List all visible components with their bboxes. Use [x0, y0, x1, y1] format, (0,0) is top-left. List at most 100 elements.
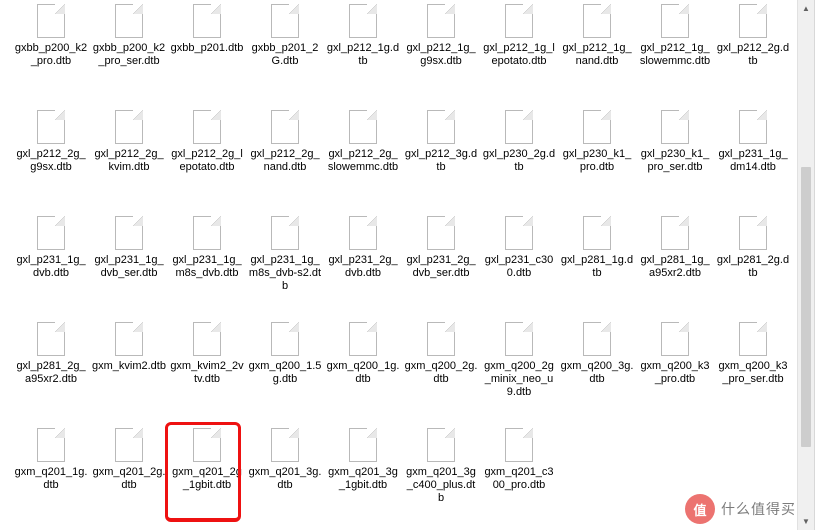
- file-icon: [108, 428, 150, 464]
- file-label: gxl_p230_k1_pro.dtb: [560, 148, 634, 174]
- file-label: gxbb_p200_k2_pro.dtb: [14, 42, 88, 68]
- file-item[interactable]: gxl_p212_1g_g9sx.dtb: [402, 0, 480, 106]
- file-icon: [342, 322, 384, 358]
- file-label: gxl_p231_1g_dvb.dtb: [14, 254, 88, 280]
- file-label: gxl_p212_2g_nand.dtb: [248, 148, 322, 174]
- file-icon: [108, 216, 150, 252]
- file-label: gxl_p231_1g_m8s_dvb-s2.dtb: [248, 254, 322, 293]
- scroll-down-arrow[interactable]: ▼: [798, 513, 814, 530]
- file-label: gxl_p212_2g_kvim.dtb: [92, 148, 166, 174]
- file-item[interactable]: gxm_q200_1g.dtb: [324, 318, 402, 424]
- file-item[interactable]: gxbb_p201_2G.dtb: [246, 0, 324, 106]
- file-item[interactable]: gxl_p230_2g.dtb: [480, 106, 558, 212]
- file-item[interactable]: gxl_p231_1g_dvb_ser.dtb: [90, 212, 168, 318]
- file-item[interactable]: gxm_q201_1g.dtb: [12, 424, 90, 530]
- file-icon: [654, 216, 696, 252]
- file-label: gxl_p212_1g_slowemmc.dtb: [638, 42, 712, 68]
- file-item[interactable]: gxl_p212_2g_lepotato.dtb: [168, 106, 246, 212]
- file-label: gxl_p212_2g_g9sx.dtb: [14, 148, 88, 174]
- file-item[interactable]: gxl_p231_1g_dm14.dtb: [714, 106, 792, 212]
- scroll-up-arrow[interactable]: ▲: [798, 0, 814, 17]
- file-item[interactable]: gxm_q201_2g.dtb: [90, 424, 168, 530]
- file-icon: [732, 216, 774, 252]
- file-icon: [420, 4, 462, 40]
- file-item[interactable]: gxl_p231_1g_dvb.dtb: [12, 212, 90, 318]
- file-label: gxm_q200_2g_minix_neo_u9.dtb: [482, 360, 556, 399]
- file-item[interactable]: gxl_p212_2g_kvim.dtb: [90, 106, 168, 212]
- file-label: gxl_p231_2g_dvb_ser.dtb: [404, 254, 478, 280]
- file-icon: [264, 110, 306, 146]
- file-item[interactable]: gxbb_p200_k2_pro.dtb: [12, 0, 90, 106]
- file-item[interactable]: gxbb_p201.dtb: [168, 0, 246, 106]
- file-item[interactable]: gxl_p212_2g_g9sx.dtb: [12, 106, 90, 212]
- file-item[interactable]: gxl_p212_3g.dtb: [402, 106, 480, 212]
- file-icon: [342, 4, 384, 40]
- file-item[interactable]: gxm_q201_3g.dtb: [246, 424, 324, 530]
- file-item[interactable]: gxl_p230_k1_pro.dtb: [558, 106, 636, 212]
- file-item[interactable]: gxl_p281_1g.dtb: [558, 212, 636, 318]
- file-item[interactable]: gxm_q201_3g_1gbit.dtb: [324, 424, 402, 530]
- file-label: gxm_q200_3g.dtb: [560, 360, 634, 386]
- file-label: gxl_p281_1g.dtb: [560, 254, 634, 280]
- file-icon: [30, 216, 72, 252]
- file-icon: [420, 110, 462, 146]
- file-item[interactable]: gxm_q200_1.5g.dtb: [246, 318, 324, 424]
- file-label: gxm_q201_2g_1gbit.dtb: [170, 466, 244, 492]
- file-icon: [264, 4, 306, 40]
- file-icon: [264, 322, 306, 358]
- file-item[interactable]: gxl_p281_2g_a95xr2.dtb: [12, 318, 90, 424]
- file-label: gxm_q201_c300_pro.dtb: [482, 466, 556, 492]
- file-item[interactable]: gxm_kvim2_2vtv.dtb: [168, 318, 246, 424]
- file-label: gxm_q200_k3_pro_ser.dtb: [716, 360, 790, 386]
- file-item[interactable]: gxl_p212_2g_slowemmc.dtb: [324, 106, 402, 212]
- file-icon: [108, 4, 150, 40]
- file-item[interactable]: gxl_p231_2g_dvb.dtb: [324, 212, 402, 318]
- file-icon: [654, 322, 696, 358]
- file-item[interactable]: gxm_q200_k3_pro.dtb: [636, 318, 714, 424]
- file-label: gxl_p231_1g_dm14.dtb: [716, 148, 790, 174]
- file-item[interactable]: gxl_p212_1g_lepotato.dtb: [480, 0, 558, 106]
- file-icon: [732, 4, 774, 40]
- vertical-scrollbar[interactable]: ▲ ▼: [797, 0, 814, 530]
- file-item[interactable]: gxl_p212_1g_nand.dtb: [558, 0, 636, 106]
- file-icon: [498, 428, 540, 464]
- file-label: gxm_q200_1.5g.dtb: [248, 360, 322, 386]
- file-item[interactable]: gxm_q200_k3_pro_ser.dtb: [714, 318, 792, 424]
- file-item[interactable]: gxm_q200_2g_minix_neo_u9.dtb: [480, 318, 558, 424]
- file-label: gxl_p212_2g.dtb: [716, 42, 790, 68]
- file-icon: [186, 110, 228, 146]
- file-item[interactable]: gxl_p230_k1_pro_ser.dtb: [636, 106, 714, 212]
- file-item[interactable]: gxl_p231_c300.dtb: [480, 212, 558, 318]
- file-icon: [186, 322, 228, 358]
- scroll-thumb[interactable]: [801, 167, 811, 447]
- file-item[interactable]: gxm_q201_c300_pro.dtb: [480, 424, 558, 530]
- files-grid: gxbb_p200_k2_pro.dtbgxbb_p200_k2_pro_ser…: [12, 0, 797, 530]
- file-item[interactable]: gxl_p231_2g_dvb_ser.dtb: [402, 212, 480, 318]
- file-label: gxl_p212_2g_slowemmc.dtb: [326, 148, 400, 174]
- file-item[interactable]: gxl_p212_1g_slowemmc.dtb: [636, 0, 714, 106]
- file-item[interactable]: gxm_q201_2g_1gbit.dtb: [168, 424, 246, 530]
- file-item[interactable]: gxm_q200_3g.dtb: [558, 318, 636, 424]
- file-item[interactable]: gxbb_p200_k2_pro_ser.dtb: [90, 0, 168, 106]
- file-label: gxm_q201_3g_c400_plus.dtb: [404, 466, 478, 505]
- file-icon: [498, 110, 540, 146]
- file-icon: [30, 322, 72, 358]
- file-item[interactable]: gxl_p212_1g.dtb: [324, 0, 402, 106]
- file-icon: [30, 110, 72, 146]
- file-item[interactable]: gxl_p212_2g.dtb: [714, 0, 792, 106]
- file-item[interactable]: gxm_q201_3g_c400_plus.dtb: [402, 424, 480, 530]
- file-item[interactable]: gxl_p212_2g_nand.dtb: [246, 106, 324, 212]
- file-explorer-content[interactable]: gxbb_p200_k2_pro.dtbgxbb_p200_k2_pro_ser…: [0, 0, 815, 530]
- file-item[interactable]: gxl_p281_1g_a95xr2.dtb: [636, 212, 714, 318]
- file-item[interactable]: gxl_p231_1g_m8s_dvb.dtb: [168, 212, 246, 318]
- file-label: gxm_q201_3g_1gbit.dtb: [326, 466, 400, 492]
- file-label: gxl_p212_3g.dtb: [404, 148, 478, 174]
- file-icon: [342, 216, 384, 252]
- file-icon: [108, 322, 150, 358]
- file-item[interactable]: gxm_q200_2g.dtb: [402, 318, 480, 424]
- file-item[interactable]: gxm_kvim2.dtb: [90, 318, 168, 424]
- scroll-track[interactable]: [798, 17, 814, 513]
- file-item[interactable]: gxl_p231_1g_m8s_dvb-s2.dtb: [246, 212, 324, 318]
- file-item[interactable]: gxl_p281_2g.dtb: [714, 212, 792, 318]
- file-icon: [498, 216, 540, 252]
